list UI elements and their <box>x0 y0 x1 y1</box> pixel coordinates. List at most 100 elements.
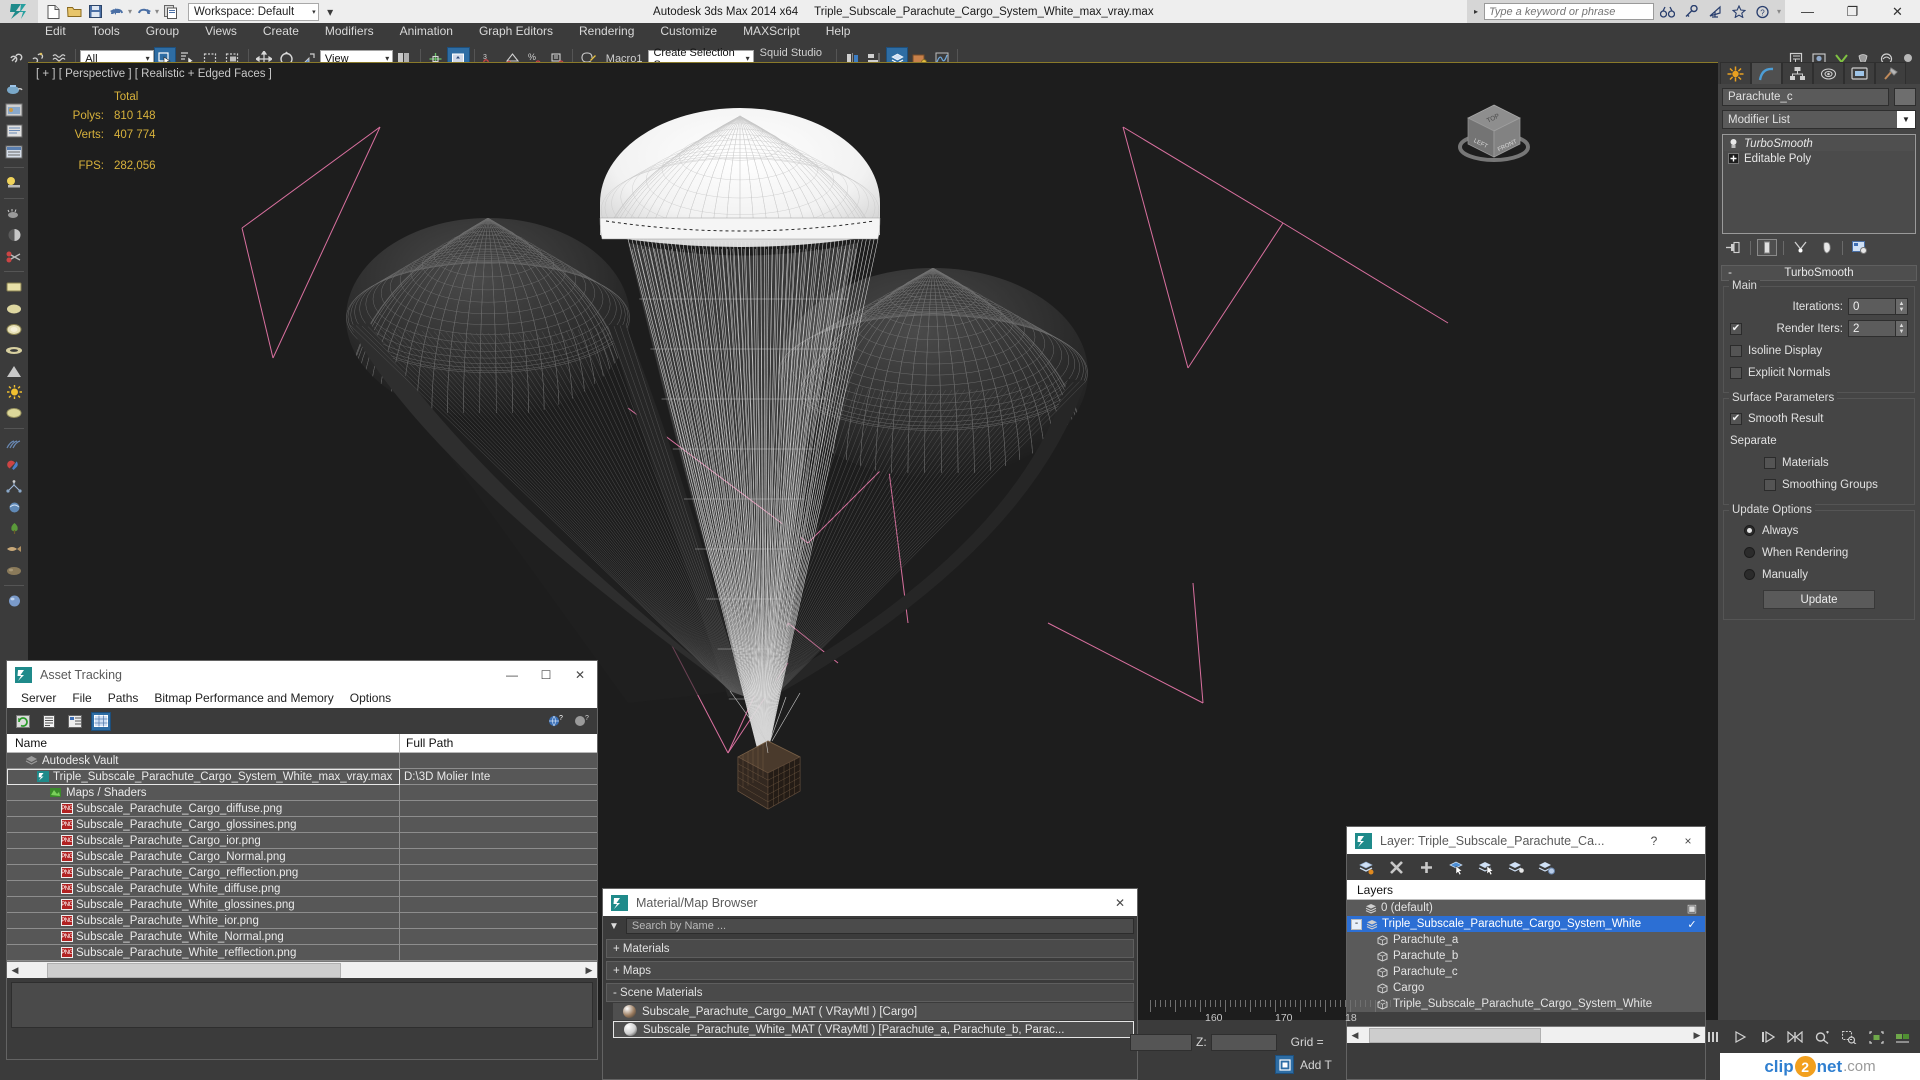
layer-dialog-titlebar[interactable]: Layer: Triple_Subscale_Parachute_Ca... ?… <box>1347 827 1705 854</box>
viewcube[interactable]: TOP LEFT FRONT <box>1450 95 1538 175</box>
list-item[interactable]: 0 (default) ▣ <box>1347 900 1705 916</box>
select-and-link-icon[interactable] <box>4 47 26 70</box>
table-row[interactable]: PNG Subscale_Parachute_Cargo_diffuse.png <box>7 800 597 817</box>
pin-stack-icon[interactable] <box>1724 239 1744 256</box>
particle-flow-icon[interactable] <box>3 477 25 495</box>
menu-item-tools[interactable]: Tools <box>79 23 133 40</box>
tree-view-icon[interactable] <box>65 712 85 731</box>
vray-light-icon[interactable] <box>3 174 25 192</box>
checkbox-smoothing-groups[interactable] <box>1764 478 1776 491</box>
modify-tab[interactable] <box>1751 62 1782 84</box>
zoom-region-icon[interactable] <box>1840 1028 1858 1046</box>
list-item[interactable]: Parachute_a <box>1347 932 1705 948</box>
material-group-maps[interactable]: + Maps <box>606 961 1134 980</box>
modifier-stack[interactable]: TurboSmooth Editable Poly <box>1722 134 1916 234</box>
filter-caret-icon[interactable]: ▼ <box>606 921 622 932</box>
redo-dropdown-caret[interactable]: ▾ <box>155 7 159 16</box>
asset-menu-server[interactable]: Server <box>13 691 64 705</box>
spinner[interactable]: 2 ▲ ▼ <box>1848 320 1908 337</box>
material-group-scene-materials[interactable]: - Scene Materials <box>606 983 1134 1002</box>
key-icon[interactable] <box>1681 2 1702 22</box>
layer-visibility-box-icon[interactable]: ▣ <box>1679 902 1705 915</box>
help-icon[interactable]: ? <box>1637 827 1671 854</box>
table-row[interactable]: PNG Subscale_Parachute_White_refflection.… <box>7 944 597 961</box>
close-icon[interactable]: ✕ <box>1103 889 1137 916</box>
help-icon[interactable]: ? <box>571 712 591 731</box>
new-icon[interactable] <box>44 2 63 21</box>
turbosmooth-rollout-header[interactable]: - TurboSmooth <box>1721 265 1917 281</box>
menu-item-views[interactable]: Views <box>192 23 250 40</box>
undo-dropdown-caret[interactable]: ▾ <box>128 7 132 16</box>
select-objects-in-layer-icon[interactable] <box>1447 858 1466 877</box>
pill-object-icon[interactable] <box>3 456 25 474</box>
render-frame-icon[interactable] <box>3 101 25 119</box>
column-header-full-path[interactable]: Full Path <box>400 736 597 750</box>
asset-menu-bitmap-performance-and-memory[interactable]: Bitmap Performance and Memory <box>146 691 341 705</box>
list-view-icon[interactable] <box>39 712 59 731</box>
asset-tracking-window[interactable]: Asset Tracking — ☐ ✕ Server File Paths Bitm… <box>6 660 598 1060</box>
cylinder-primitive-icon[interactable] <box>3 320 25 338</box>
spinner-arrows-icon[interactable]: ▲ ▼ <box>1896 298 1908 315</box>
table-row[interactable]: PNG Subscale_Parachute_Cargo_refflection.… <box>7 864 597 881</box>
workspace-overflow-icon[interactable]: ▾ <box>321 2 340 21</box>
layer-column-header[interactable]: Layers <box>1347 880 1705 900</box>
box-primitive-icon[interactable] <box>3 278 25 296</box>
open-icon[interactable] <box>65 2 84 21</box>
object-name-field[interactable]: Parachute_c <box>1722 88 1889 106</box>
scroll-right-icon[interactable]: ▶ <box>1689 1030 1705 1041</box>
table-row[interactable]: PNG Subscale_Parachute_Cargo_glossines.pn… <box>7 816 597 833</box>
menu-item-edit[interactable]: Edit <box>32 23 79 40</box>
torus-primitive-icon[interactable] <box>3 341 25 359</box>
hair-fur-icon[interactable] <box>3 435 25 453</box>
scroll-right-icon[interactable]: ▶ <box>581 965 597 976</box>
frame-buffer-icon[interactable] <box>3 122 25 140</box>
end-frame-icon[interactable] <box>1786 1028 1804 1046</box>
menu-item-animation[interactable]: Animation <box>387 23 466 40</box>
asset-menu-options[interactable]: Options <box>342 691 399 705</box>
grid-view-icon[interactable] <box>91 711 111 731</box>
column-header-name[interactable]: Name <box>7 733 400 753</box>
foliage-icon[interactable] <box>3 519 25 537</box>
delete-layer-icon[interactable] <box>1387 858 1406 877</box>
spinner-value[interactable]: 2 <box>1848 320 1896 337</box>
redo-icon[interactable] <box>134 2 153 21</box>
highlight-selected-objects-icon[interactable] <box>1477 858 1496 877</box>
vray-clipper-icon[interactable] <box>3 247 25 265</box>
modifier-list-dropdown[interactable]: Modifier List ▼ <box>1722 110 1916 129</box>
table-row[interactable]: PNG Subscale_Parachute_White_Normal.png <box>7 928 597 945</box>
spinner-value[interactable]: 0 <box>1848 298 1896 315</box>
render-settings-icon[interactable] <box>3 143 25 161</box>
scene-material-item[interactable]: Subscale_Parachute_White_MAT ( VRayMtl )… <box>613 1021 1134 1038</box>
play-icon[interactable] <box>1732 1028 1750 1046</box>
search-input[interactable]: Type a keyword or phrase <box>1483 3 1654 20</box>
rock-icon[interactable] <box>3 561 25 579</box>
minimize-icon[interactable]: — <box>1785 0 1830 23</box>
utilities-tab[interactable] <box>1875 62 1906 84</box>
save-icon[interactable] <box>86 2 105 21</box>
table-row[interactable]: PNG Subscale_Parachute_White_glossines.pn… <box>7 896 597 913</box>
sphere-primitive-icon[interactable] <box>3 299 25 317</box>
sun-icon[interactable] <box>3 383 25 401</box>
material-browser-titlebar[interactable]: Material/Map Browser ✕ <box>603 889 1137 916</box>
help-caret-icon[interactable]: ▾ <box>1777 7 1781 16</box>
next-frame-icon[interactable] <box>1759 1028 1777 1046</box>
infocenter-caret-icon[interactable]: ▸ <box>1471 7 1481 16</box>
update-button[interactable]: Update <box>1763 590 1875 609</box>
help-icon[interactable]: ? <box>1753 2 1774 22</box>
asset-tracking-titlebar[interactable]: Asset Tracking — ☐ ✕ <box>7 661 597 688</box>
close-icon[interactable]: ✕ <box>563 661 597 688</box>
maximize-icon[interactable]: ☐ <box>529 661 563 688</box>
checkbox-materials[interactable] <box>1764 456 1776 469</box>
set-project-icon[interactable] <box>161 2 180 21</box>
layer-properties-icon[interactable] <box>1537 858 1556 877</box>
table-row[interactable]: Maps / Shaders <box>7 784 597 801</box>
minimize-icon[interactable]: — <box>495 661 529 688</box>
help-globe-icon[interactable]: ? <box>545 712 565 731</box>
display-tab[interactable] <box>1844 62 1875 84</box>
select-layer-icon[interactable] <box>1507 858 1526 877</box>
radio-when-rendering[interactable] <box>1744 547 1755 558</box>
fish-icon[interactable] <box>3 540 25 558</box>
vray-proxy-icon[interactable] <box>3 226 25 244</box>
table-row[interactable]: PNG Subscale_Parachute_White_ior.png <box>7 912 597 929</box>
menu-item-modifiers[interactable]: Modifiers <box>312 23 387 40</box>
